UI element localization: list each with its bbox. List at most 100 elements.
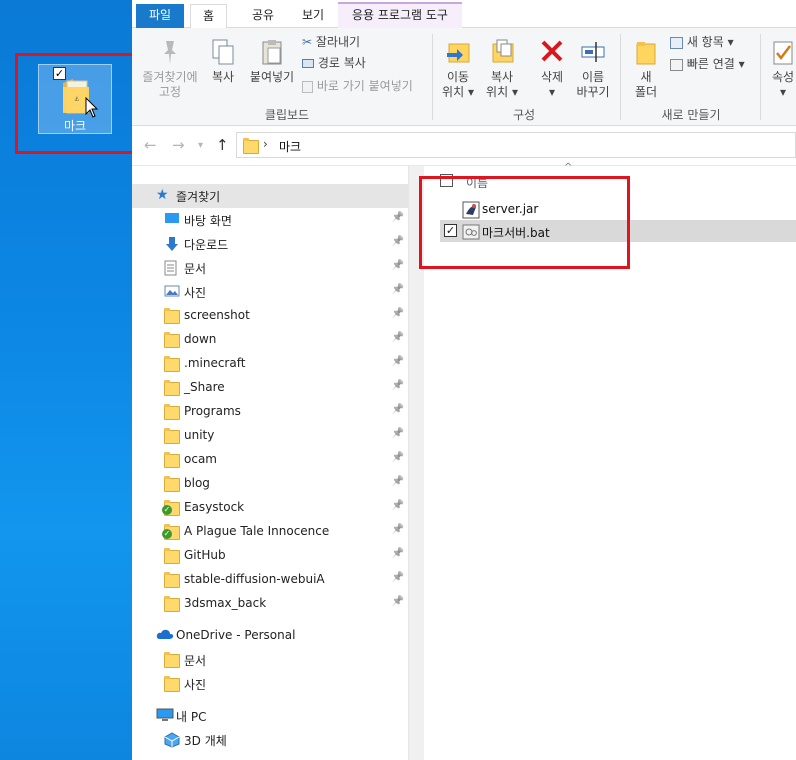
properties-dropdown-arrow[interactable]: ▾ bbox=[766, 85, 796, 100]
nav-onedrive[interactable]: OneDrive - Personal bbox=[132, 624, 408, 648]
delete-label: 삭제 bbox=[540, 70, 564, 84]
address-bar[interactable]: › 마크 bbox=[236, 132, 796, 158]
nav-item-16[interactable]: 3dsmax_back 📌 bbox=[132, 592, 408, 616]
nav-item-5[interactable]: down 📌 bbox=[132, 328, 408, 352]
ribbon-separator bbox=[760, 34, 761, 120]
pin-icon[interactable]: 📌 bbox=[392, 524, 404, 535]
copy-path-button[interactable]: 경로 복사 bbox=[302, 55, 366, 71]
copy-button[interactable]: 복사 bbox=[206, 38, 240, 85]
move-label-1: 이동 bbox=[446, 70, 470, 84]
pin-icon[interactable]: 📌 bbox=[392, 308, 404, 319]
pin-to-quick-access-button[interactable]: 즐겨찾기에 고정 bbox=[138, 38, 202, 100]
up-arrow-icon[interactable]: ↑ bbox=[216, 136, 229, 154]
paste-button[interactable]: 붙여넣기 bbox=[244, 38, 300, 85]
nav-item-14[interactable]: GitHub 📌 bbox=[132, 544, 408, 568]
recent-locations-chevron-icon[interactable]: ▾ bbox=[198, 140, 203, 151]
nav-quick-access-label: 즐겨찾기 bbox=[176, 190, 221, 204]
navigation-bar: ← → ▾ ↑ › 마크 bbox=[132, 126, 796, 166]
new-folder-button[interactable]: 새 폴더 bbox=[626, 38, 666, 100]
folder-icon bbox=[164, 380, 180, 396]
nav-item-10[interactable]: ocam 📌 bbox=[132, 448, 408, 472]
star-icon: ★ bbox=[156, 187, 169, 203]
new-item-label: 새 항목 bbox=[686, 35, 724, 49]
nav-item-label: unity bbox=[184, 428, 215, 442]
breadcrumb-current[interactable]: 마크 bbox=[279, 138, 301, 155]
copy-to-button[interactable]: 복사 위치 ▾ bbox=[482, 38, 522, 100]
folder-icon bbox=[164, 428, 180, 444]
tab-app-tools[interactable]: 응용 프로그램 도구 bbox=[338, 2, 462, 28]
nav-onedrive-label: OneDrive - Personal bbox=[176, 628, 296, 642]
tab-share[interactable]: 공유 bbox=[240, 4, 286, 28]
pin-icon[interactable]: 📌 bbox=[392, 548, 404, 559]
pin-icon[interactable]: 📌 bbox=[392, 572, 404, 583]
pin-icon[interactable]: 📌 bbox=[392, 380, 404, 391]
nav-item-15[interactable]: stable-diffusion-webuiA 📌 bbox=[132, 568, 408, 592]
nav-quick-access[interactable]: ★ 즐겨찾기 bbox=[132, 184, 408, 208]
nav-item-12[interactable]: ✓ Easystock 📌 bbox=[132, 496, 408, 520]
nav-item-3[interactable]: 사진 📌 bbox=[132, 280, 408, 304]
nav-item-label: A Plague Tale Innocence bbox=[184, 524, 330, 538]
easy-access-button[interactable]: 빠른 연결 ▾ bbox=[670, 56, 745, 72]
nav-item-label: stable-diffusion-webuiA bbox=[184, 572, 325, 586]
nav-item-label: 사진 bbox=[184, 286, 207, 300]
nav-item-13[interactable]: ✓ A Plague Tale Innocence 📌 bbox=[132, 520, 408, 544]
delete-button[interactable]: 삭제 ▾ bbox=[532, 38, 572, 100]
nav-item-7[interactable]: _Share 📌 bbox=[132, 376, 408, 400]
pin-icon[interactable]: 📌 bbox=[392, 284, 404, 295]
pin-icon[interactable]: 📌 bbox=[392, 212, 404, 223]
back-arrow-icon[interactable]: ← bbox=[144, 136, 157, 154]
pin-icon[interactable]: 📌 bbox=[392, 476, 404, 487]
document-icon bbox=[164, 260, 180, 276]
file-explorer-window: 파일 홈 공유 보기 응용 프로그램 도구 즐겨찾기에 고정 복사 붙여넣기 ✂… bbox=[132, 0, 796, 760]
nav-onedrive-item-0[interactable]: 문서 bbox=[132, 648, 408, 672]
nav-pc-item-0[interactable]: 3D 개체 bbox=[132, 728, 408, 752]
nav-item-label: GitHub bbox=[184, 548, 226, 562]
nav-item-label: Programs bbox=[184, 404, 241, 418]
forward-arrow-icon[interactable]: → bbox=[172, 136, 185, 154]
properties-button[interactable]: 속성 ▾ bbox=[766, 38, 796, 100]
nav-item-6[interactable]: .minecraft 📌 bbox=[132, 352, 408, 376]
tab-file[interactable]: 파일 bbox=[136, 4, 185, 28]
ribbon-tab-bar: 파일 홈 공유 보기 응용 프로그램 도구 bbox=[132, 0, 796, 29]
ribbon-separator bbox=[620, 34, 621, 120]
delete-dropdown-arrow[interactable]: ▾ bbox=[532, 85, 572, 100]
pin-icon[interactable]: 📌 bbox=[392, 236, 404, 247]
rename-button[interactable]: 이름 바꾸기 bbox=[572, 38, 614, 100]
nav-item-label: Easystock bbox=[184, 500, 245, 514]
nav-this-pc[interactable]: 내 PC bbox=[132, 704, 408, 728]
nav-item-1[interactable]: 다운로드 📌 bbox=[132, 232, 408, 256]
pin-icon[interactable]: 📌 bbox=[392, 596, 404, 607]
nav-item-2[interactable]: 문서 📌 bbox=[132, 256, 408, 280]
pin-icon[interactable]: 📌 bbox=[392, 428, 404, 439]
pin-icon[interactable]: 📌 bbox=[392, 260, 404, 271]
pin-icon[interactable]: 📌 bbox=[392, 404, 404, 415]
move-to-button[interactable]: 이동 위치 ▾ bbox=[438, 38, 478, 100]
folder-icon bbox=[164, 452, 180, 468]
pin-icon[interactable]: 📌 bbox=[392, 356, 404, 367]
pin-icon[interactable]: 📌 bbox=[392, 500, 404, 511]
new-item-button[interactable]: 새 항목 ▾ bbox=[670, 34, 734, 50]
tab-view[interactable]: 보기 bbox=[290, 4, 336, 28]
paste-shortcut-button[interactable]: 바로 가기 붙여넣기 bbox=[302, 78, 413, 94]
nav-item-4[interactable]: screenshot 📌 bbox=[132, 304, 408, 328]
nav-onedrive-item-1[interactable]: 사진 bbox=[132, 672, 408, 696]
3d-objects-icon bbox=[164, 732, 180, 748]
synced-folder-icon: ✓ bbox=[162, 524, 180, 540]
cut-button[interactable]: ✂ 잘라내기 bbox=[302, 34, 360, 50]
pin-icon[interactable]: 📌 bbox=[392, 332, 404, 343]
paste-label: 붙여넣기 bbox=[249, 70, 295, 84]
pin-icon[interactable]: 📌 bbox=[392, 452, 404, 463]
nav-item-label: 사진 bbox=[184, 678, 207, 692]
nav-item-8[interactable]: Programs 📌 bbox=[132, 400, 408, 424]
tab-home[interactable]: 홈 bbox=[190, 4, 228, 29]
copy-icon bbox=[212, 39, 234, 65]
folder-icon bbox=[164, 476, 180, 492]
nav-item-11[interactable]: blog 📌 bbox=[132, 472, 408, 496]
paste-icon bbox=[262, 40, 282, 65]
nav-item-9[interactable]: unity 📌 bbox=[132, 424, 408, 448]
sort-chevron-icon: ^ bbox=[564, 162, 573, 173]
nav-item-0[interactable]: 바탕 화면 📌 bbox=[132, 208, 408, 232]
breadcrumb-chevron-icon[interactable]: › bbox=[263, 137, 268, 151]
copy-to-icon bbox=[492, 39, 514, 63]
nav-item-label: ocam bbox=[184, 452, 217, 466]
